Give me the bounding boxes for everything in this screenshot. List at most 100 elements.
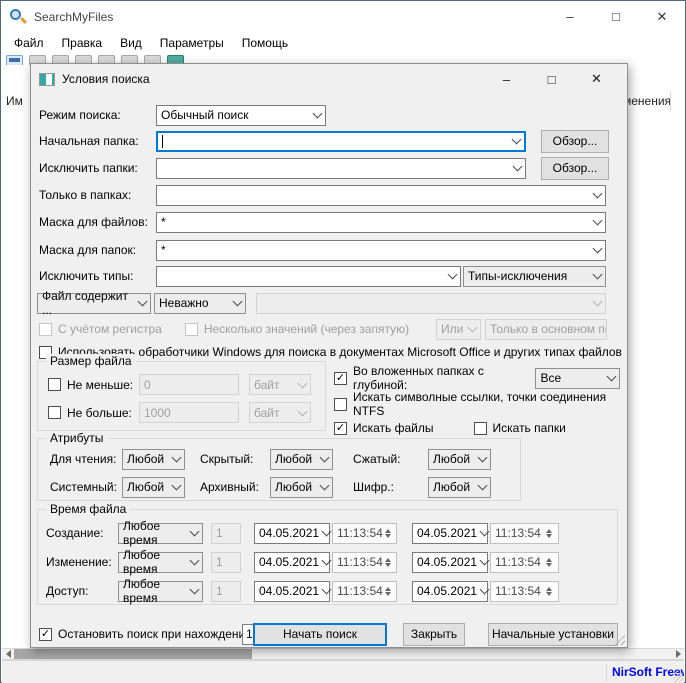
contains-mode-combo[interactable]: Файл содержит ... xyxy=(37,289,151,317)
size-max-checkbox[interactable] xyxy=(48,406,61,419)
files-mask-input[interactable]: * xyxy=(156,211,606,233)
chevron-down-icon xyxy=(295,378,308,388)
base-folder-input[interactable] xyxy=(156,130,526,152)
start-search-button[interactable]: Начать поиск xyxy=(253,622,387,646)
time-created-mode-combo[interactable]: Любое время xyxy=(118,519,203,547)
stop-search-label: Остановить поиск при нахождении xyxy=(58,627,252,641)
base-folder-label: Начальная папка: xyxy=(39,134,139,148)
spinner-icon xyxy=(383,528,392,538)
find-files-checkbox[interactable] xyxy=(334,421,347,435)
attr-system-combo[interactable]: Любой xyxy=(122,476,185,498)
stop-search-checkbox[interactable] xyxy=(39,627,52,641)
resize-grip[interactable] xyxy=(673,672,683,682)
only-folders-label: Только в папках: xyxy=(39,188,132,202)
minimize-button[interactable]: – xyxy=(547,1,593,32)
chevron-down-icon xyxy=(477,526,490,537)
types-preset-combo[interactable]: Типы-исключения xyxy=(463,265,606,287)
chevron-down-icon xyxy=(590,215,603,226)
dialog-minimize-button[interactable]: – xyxy=(484,64,529,94)
file-size-group-title: Размер файла xyxy=(46,354,136,368)
time-modified-label: Изменение: xyxy=(46,555,112,569)
stream-combo: Только в основном пото xyxy=(485,318,607,340)
spinner-icon xyxy=(383,557,392,567)
attr-hidden-combo[interactable]: Любой xyxy=(270,448,333,470)
chevron-down-icon xyxy=(319,584,332,595)
exclude-types-input[interactable] xyxy=(156,265,461,287)
time-modified-mode-combo[interactable]: Любое время xyxy=(118,548,203,576)
attributes-group: Атрибуты Для чтения: Любой Скрытый: Любо… xyxy=(37,431,521,501)
dialog-maximize-button[interactable]: □ xyxy=(529,64,574,94)
menu-view[interactable]: Вид xyxy=(111,33,151,53)
chevron-down-icon xyxy=(187,555,200,566)
spinner-icon xyxy=(383,586,392,596)
subfolders-depth-label: Во вложенных папках с глубиной: xyxy=(353,364,484,392)
subfolders-depth-checkbox[interactable] xyxy=(334,371,347,385)
symlinks-label: Искать символные ссылки, точки соединени… xyxy=(353,390,607,418)
menu-file[interactable]: Файл xyxy=(5,33,53,53)
chevron-down-icon xyxy=(135,296,148,307)
search-options-icon[interactable] xyxy=(6,55,23,65)
attr-encrypted-combo[interactable]: Любой xyxy=(428,476,491,498)
multiple-values-label: Несколько значений (через запятую) xyxy=(203,322,410,336)
scroll-left-icon[interactable] xyxy=(2,649,14,659)
size-max-field: 1000 xyxy=(139,402,239,423)
case-sensitive-checkbox xyxy=(39,322,52,336)
attr-archive-combo[interactable]: Любой xyxy=(270,476,333,498)
chevron-down-icon xyxy=(319,555,332,566)
close-dialog-button[interactable]: Закрыть xyxy=(403,622,465,646)
maximize-button[interactable]: □ xyxy=(593,1,639,32)
search-mode-combo[interactable]: Обычный поиск xyxy=(156,104,326,126)
attr-readonly-combo[interactable]: Любой xyxy=(122,448,185,470)
menu-edit[interactable]: Правка xyxy=(53,33,112,53)
chevron-down-icon xyxy=(590,188,603,199)
exclude-folders-input[interactable] xyxy=(156,157,526,179)
browse-base-folder-button[interactable]: Обзор... xyxy=(541,129,609,153)
time-created-n-field: 1 xyxy=(211,522,241,544)
browse-exclude-folders-button[interactable]: Обзор... xyxy=(541,156,609,180)
contains-match-combo[interactable]: Неважно xyxy=(154,292,246,314)
menu-help[interactable]: Помощь xyxy=(233,33,297,53)
chevron-down-icon xyxy=(475,452,488,463)
chevron-down-icon xyxy=(169,452,182,463)
dialog-close-button[interactable]: ✕ xyxy=(574,64,619,94)
chevron-down-icon xyxy=(604,371,617,382)
chevron-down-icon xyxy=(317,480,330,491)
file-size-group: Размер файла Не меньше: 0 байт Не больше… xyxy=(37,354,326,431)
find-folders-checkbox[interactable] xyxy=(473,421,487,435)
chevron-down-icon xyxy=(477,584,490,595)
time-accessed-mode-combo[interactable]: Любое время xyxy=(118,577,203,605)
menu-options[interactable]: Параметры xyxy=(151,33,233,53)
scrollbar-thumb[interactable] xyxy=(14,649,252,659)
dialog-title: Условия поиска xyxy=(62,72,150,86)
folders-mask-label: Маска для папок: xyxy=(39,243,137,257)
column-header-modified[interactable]: менения xyxy=(623,94,671,108)
chevron-down-icon xyxy=(169,480,182,491)
time-accessed-n-field: 1 xyxy=(211,580,241,602)
symlinks-checkbox[interactable] xyxy=(334,397,347,411)
time-accessed-date1: 04.05.2021 xyxy=(254,580,332,602)
size-min-checkbox[interactable] xyxy=(48,378,61,391)
folders-mask-input[interactable]: * xyxy=(156,239,606,261)
time-modified-n-field: 1 xyxy=(211,551,241,573)
depth-combo[interactable]: Все xyxy=(535,367,620,389)
spinner-icon xyxy=(541,528,554,538)
exclude-types-label: Исключить типы: xyxy=(39,269,134,283)
column-divider[interactable] xyxy=(670,91,671,111)
attr-compressed-combo[interactable]: Любой xyxy=(428,448,491,470)
chevron-down-icon xyxy=(477,555,490,566)
column-header-name[interactable]: Им xyxy=(6,94,23,108)
find-folders-label: Искать папки xyxy=(492,421,566,435)
chevron-down-icon xyxy=(475,480,488,491)
time-modified-time1: 11:13:54 xyxy=(332,551,397,573)
defaults-button[interactable]: Начальные установки xyxy=(488,622,618,646)
only-folders-input[interactable] xyxy=(156,184,606,206)
horizontal-scrollbar[interactable] xyxy=(2,648,684,660)
dialog-icon xyxy=(39,72,55,86)
text-caret xyxy=(162,134,163,148)
spinner-icon xyxy=(541,586,554,596)
scroll-right-icon[interactable] xyxy=(672,649,684,659)
time-accessed-date2: 04.05.2021 xyxy=(412,580,490,602)
time-modified-time2: 11:13:54 xyxy=(490,551,559,573)
time-accessed-time2: 11:13:54 xyxy=(490,580,559,602)
close-button[interactable]: ✕ xyxy=(639,1,685,32)
